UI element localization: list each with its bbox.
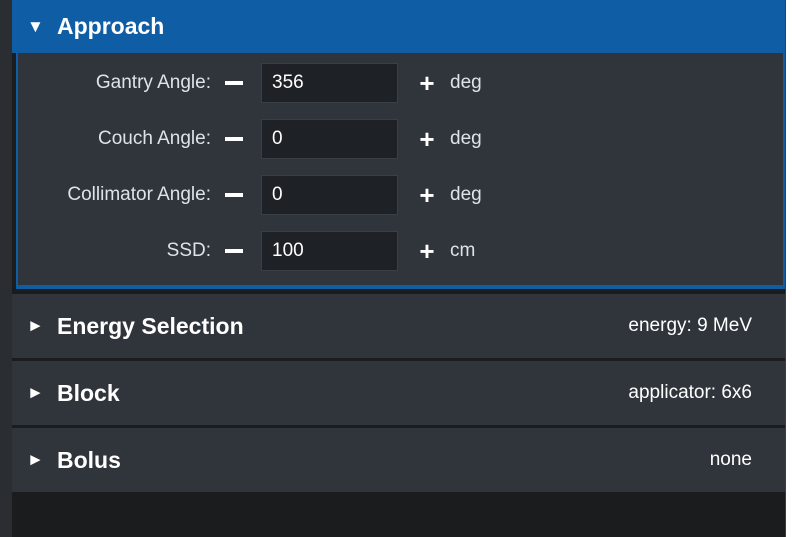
ssd-increment-button[interactable]: + xyxy=(414,229,440,273)
expand-triangle-icon: ▼ xyxy=(27,16,44,36)
minus-icon xyxy=(225,193,243,197)
approach-section-body: Gantry Angle: + deg Couch Angle: + deg C… xyxy=(16,53,785,289)
block-title: Block xyxy=(57,379,120,406)
ssd-decrement-button[interactable] xyxy=(221,229,247,273)
block-summary: applicator: 6x6 xyxy=(628,382,752,403)
block-section-header[interactable]: ► Block applicator: 6x6 xyxy=(12,360,785,425)
approach-section-header[interactable]: ▼ Approach xyxy=(12,0,785,53)
gantry-angle-decrement-button[interactable] xyxy=(221,61,247,105)
beam-settings-panel: ▼ Approach Gantry Angle: + deg Couch Ang… xyxy=(12,0,786,537)
gantry-angle-input[interactable] xyxy=(261,63,398,103)
gantry-angle-label: Gantry Angle: xyxy=(95,72,211,93)
gantry-angle-increment-button[interactable]: + xyxy=(414,61,440,105)
collimator-angle-input[interactable] xyxy=(261,175,398,215)
gantry-angle-row: Gantry Angle: + deg xyxy=(18,61,783,105)
collapsed-triangle-icon: ► xyxy=(27,383,44,402)
couch-angle-decrement-button[interactable] xyxy=(221,117,247,161)
couch-angle-input[interactable] xyxy=(261,119,398,159)
collapsed-triangle-icon: ► xyxy=(27,316,44,335)
couch-angle-unit: deg xyxy=(450,128,482,149)
collapsed-triangle-icon: ► xyxy=(27,450,44,469)
minus-icon xyxy=(225,81,243,85)
approach-title: Approach xyxy=(57,13,165,39)
ssd-input[interactable] xyxy=(261,231,398,271)
energy-selection-title: Energy Selection xyxy=(57,312,244,339)
collimator-angle-unit: deg xyxy=(450,184,482,205)
gantry-angle-unit: deg xyxy=(450,72,482,93)
couch-angle-label: Couch Angle: xyxy=(97,128,211,149)
minus-icon xyxy=(225,249,243,253)
collimator-angle-label: Collimator Angle: xyxy=(67,184,211,205)
app-frame: ▼ Approach Gantry Angle: + deg Couch Ang… xyxy=(0,0,792,537)
collimator-angle-increment-button[interactable]: + xyxy=(414,173,440,217)
couch-angle-increment-button[interactable]: + xyxy=(414,117,440,161)
ssd-row: SSD: + cm xyxy=(18,229,783,273)
couch-angle-row: Couch Angle: + deg xyxy=(18,117,783,161)
bolus-title: Bolus xyxy=(57,446,121,473)
bolus-section-header[interactable]: ► Bolus none xyxy=(12,427,785,492)
ssd-label: SSD: xyxy=(166,240,211,261)
collimator-angle-row: Collimator Angle: + deg xyxy=(18,173,783,217)
bolus-summary: none xyxy=(709,449,752,470)
energy-summary: energy: 9 MeV xyxy=(628,315,752,336)
ssd-unit: cm xyxy=(450,240,476,261)
collimator-angle-decrement-button[interactable] xyxy=(221,173,247,217)
left-rail xyxy=(0,0,12,537)
minus-icon xyxy=(225,137,243,141)
energy-selection-section-header[interactable]: ► Energy Selection energy: 9 MeV xyxy=(12,293,785,358)
